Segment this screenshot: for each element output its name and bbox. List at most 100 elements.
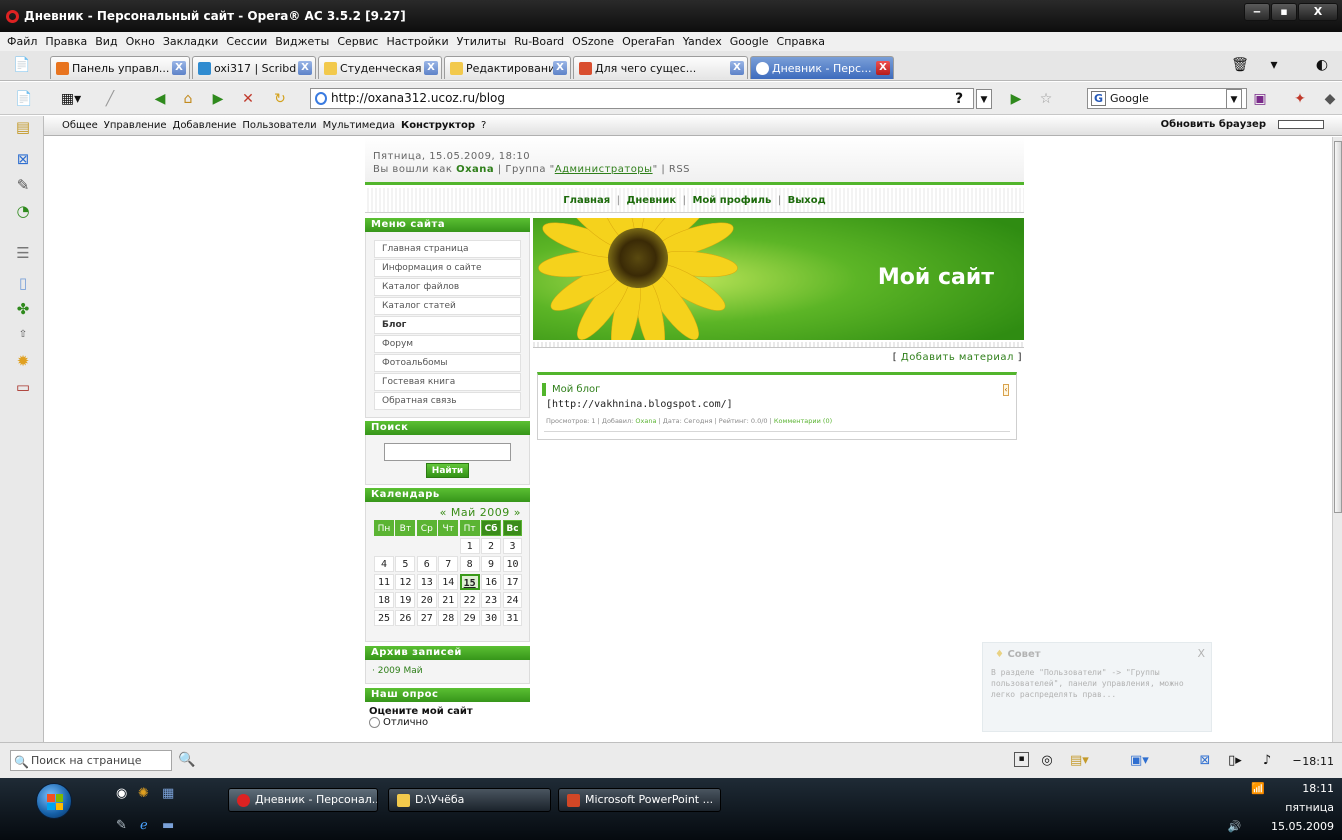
nav-home[interactable]: Главная: [563, 195, 610, 206]
admin-multimedia[interactable]: Мультимедиа: [323, 120, 395, 131]
menu-oszone[interactable]: OSzone: [572, 35, 614, 48]
calendar-day[interactable]: 12: [395, 574, 416, 590]
calendar-day[interactable]: 27: [416, 610, 437, 626]
close-window-button[interactable]: X: [1298, 3, 1338, 21]
poll-option[interactable]: Отлично: [365, 717, 530, 728]
globe-icon[interactable]: ◎: [1038, 752, 1056, 770]
entry-link[interactable]: [http://vakhnina.blogspot.com/]: [546, 399, 733, 410]
wand-icon[interactable]: ✦: [1290, 89, 1310, 109]
admin-constructor[interactable]: Конструктор: [401, 120, 475, 131]
calendar-day[interactable]: 25: [374, 610, 394, 626]
find-button-icon[interactable]: 🔍: [178, 752, 195, 768]
home-icon[interactable]: ⌂: [178, 89, 198, 109]
widgets-panel-icon[interactable]: ⊠: [14, 150, 32, 168]
tab-close-icon[interactable]: X: [876, 61, 890, 75]
menu-yandex[interactable]: Yandex: [683, 35, 722, 48]
admin-add[interactable]: Добавление: [173, 120, 237, 131]
menu-google[interactable]: Google: [730, 35, 769, 48]
tray-network-icon[interactable]: 📶: [1251, 782, 1265, 795]
meta-user[interactable]: Oxana: [635, 417, 656, 425]
menu-edit[interactable]: Правка: [45, 35, 87, 48]
admin-general[interactable]: Общее: [62, 120, 98, 131]
speed-dial-icon[interactable]: ◐: [1310, 55, 1334, 75]
calendar-day[interactable]: 13: [416, 574, 437, 590]
calendar-day[interactable]: 22: [459, 592, 480, 608]
calendar-day[interactable]: 2: [481, 538, 502, 554]
menu-bookmarks[interactable]: Закладки: [163, 35, 219, 48]
clover-panel-icon[interactable]: ✤: [14, 300, 32, 318]
admin-manage[interactable]: Управление: [104, 120, 167, 131]
menu-service[interactable]: Сервис: [337, 35, 378, 48]
upload-panel-icon[interactable]: ⇧: [14, 326, 32, 344]
calendar-day[interactable]: 18: [374, 592, 394, 608]
menu-item-blog[interactable]: Блог: [374, 316, 521, 334]
search-engine-input[interactable]: G Google: [1087, 88, 1247, 109]
menu-file[interactable]: Файл: [7, 35, 37, 48]
links-panel-icon[interactable]: ☰: [14, 244, 32, 262]
calendar-day[interactable]: 10: [502, 556, 523, 572]
group-link[interactable]: Администраторы: [555, 164, 653, 175]
calendar-day[interactable]: 5: [395, 556, 416, 572]
address-input[interactable]: http://oxana312.ucoz.ru/blog: [310, 88, 974, 109]
menu-item-guestbook[interactable]: Гостевая книга: [374, 373, 521, 391]
calendar-day[interactable]: 28: [438, 610, 459, 626]
bookmark-star-icon[interactable]: ☆: [1034, 89, 1058, 109]
calendar-day[interactable]: 20: [416, 592, 437, 608]
save-icon[interactable]: ▣▾: [1130, 752, 1149, 770]
search-dropdown-icon[interactable]: ▼: [1226, 89, 1242, 109]
admin-users[interactable]: Пользователи: [242, 120, 316, 131]
task-folder[interactable]: D:\Учёба: [388, 788, 551, 812]
menu-item-home[interactable]: Главная страница: [374, 240, 521, 258]
site-search-input[interactable]: [384, 443, 511, 461]
calendar-day[interactable]: 19: [395, 592, 416, 608]
tab-close-icon[interactable]: X: [553, 61, 567, 75]
tab-close-icon[interactable]: X: [298, 61, 312, 75]
tab-diary[interactable]: Дневник - Перс... X: [750, 56, 894, 79]
calendar-day[interactable]: 23: [481, 592, 502, 608]
panel-icon[interactable]: ▪: [1014, 752, 1029, 767]
grid-menu-icon[interactable]: ▦▾: [56, 89, 86, 109]
task-powerpoint[interactable]: Microsoft PowerPoint ...: [558, 788, 721, 812]
quicklaunch-screen-icon[interactable]: ▦: [162, 786, 174, 801]
tab-close-icon[interactable]: X: [172, 61, 186, 75]
menu-item-feedback[interactable]: Обратная связь: [374, 392, 521, 410]
calendar-day[interactable]: 3: [502, 538, 523, 554]
calendar-day[interactable]: 9: [481, 556, 502, 572]
tray-date[interactable]: 🔊 15.05.2009: [1228, 820, 1334, 833]
calendar-day[interactable]: 6: [416, 556, 437, 572]
menu-view[interactable]: Вид: [95, 35, 117, 48]
page-zoom-icon[interactable]: ▯▸: [1226, 752, 1244, 770]
menu-utilities[interactable]: Утилиты: [457, 35, 507, 48]
login-user[interactable]: Oxana: [456, 164, 494, 175]
nav-logout[interactable]: Выход: [788, 195, 826, 206]
tab-what-for[interactable]: Для чего сущес... X: [573, 56, 748, 79]
tip-close-icon[interactable]: X: [1197, 647, 1205, 660]
find-in-page-input[interactable]: 🔍 Поиск на странице: [10, 750, 172, 771]
group-suffix[interactable]: " | RSS: [653, 164, 690, 175]
pen-icon[interactable]: ╱: [100, 89, 120, 109]
forward-icon[interactable]: ▶: [206, 89, 230, 109]
extra-icon[interactable]: ◆: [1320, 89, 1340, 109]
page-icon[interactable]: 📄: [14, 89, 34, 109]
menu-widgets[interactable]: Виджеты: [275, 35, 329, 48]
tab-list-icon[interactable]: ▾: [1262, 55, 1286, 75]
site-search-button[interactable]: Найти: [426, 463, 469, 478]
calendar-day[interactable]: 8: [459, 556, 480, 572]
menu-item-files[interactable]: Каталог файлов: [374, 278, 521, 296]
window-panel-icon[interactable]: ▭: [14, 378, 32, 396]
stop-icon[interactable]: ✕: [238, 89, 258, 109]
archive-item[interactable]: · 2009 Май: [372, 666, 423, 676]
history-panel-icon[interactable]: ◔: [14, 202, 32, 220]
satellite-panel-icon[interactable]: ✎: [14, 176, 32, 194]
address-dropdown-icon[interactable]: ▼: [976, 89, 992, 109]
calendar-day[interactable]: 29: [459, 610, 480, 626]
calendar-day[interactable]: 21: [438, 592, 459, 608]
notes-panel-icon[interactable]: ▤: [14, 118, 32, 136]
poll-radio[interactable]: [369, 717, 380, 728]
calendar-day[interactable]: 17: [502, 574, 523, 590]
go-icon[interactable]: ▶: [1006, 89, 1026, 109]
task-opera[interactable]: Дневник - Персонал...: [228, 788, 378, 812]
menu-window[interactable]: Окно: [126, 35, 155, 48]
gear-panel-icon[interactable]: ✹: [14, 352, 32, 370]
tab-scribd[interactable]: oxi317 | Scribd X: [192, 56, 316, 79]
